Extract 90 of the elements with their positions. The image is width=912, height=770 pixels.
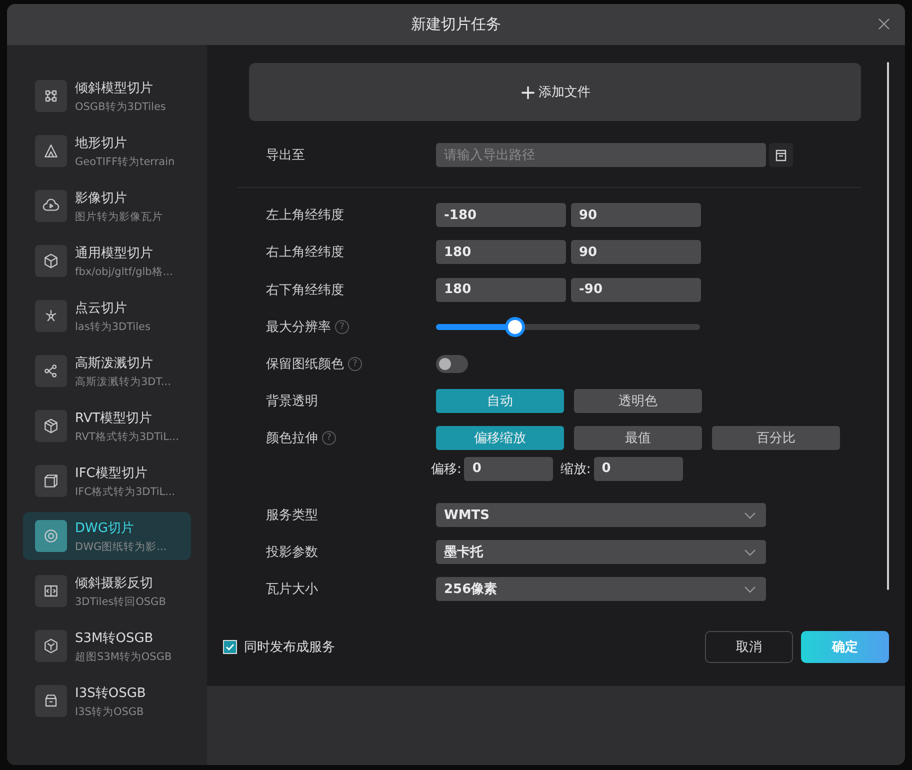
tile-icon xyxy=(35,135,67,167)
field-label: 保留图纸颜色 xyxy=(266,356,344,373)
field-label: 投影参数 xyxy=(265,544,319,562)
item-title: 点云切片 xyxy=(75,300,128,316)
tile-icon xyxy=(35,300,67,332)
coordinate-field[interactable]: 180 xyxy=(436,240,566,264)
item-subtitle: RVT格式转为3DTiL... xyxy=(75,430,179,444)
item-title: IFC模型切片 xyxy=(75,464,148,482)
item-subtitle: 图片转为影像瓦片 xyxy=(75,210,163,224)
tile-icon xyxy=(35,410,67,442)
field-label: 瓦片大小 xyxy=(265,581,319,598)
item-subtitle: IFC格式转为3DTiL... xyxy=(75,484,176,498)
dropdown[interactable]: WMTS xyxy=(436,503,766,528)
coordinate-field[interactable]: 90 xyxy=(571,240,701,264)
tile-icon xyxy=(35,575,67,607)
sidebar-item[interactable]: DWG切片 DWG图纸转为影... xyxy=(23,512,191,560)
item-title: I3S转OSGB xyxy=(75,684,146,702)
option-button[interactable]: 最值 xyxy=(574,426,702,450)
field-label: 左上角经纬度 xyxy=(265,207,345,224)
item-title: S3M转OSGB xyxy=(75,630,154,646)
tile-icon xyxy=(35,685,67,717)
tile-icon xyxy=(35,355,67,387)
browse-button[interactable] xyxy=(769,143,793,168)
field-label: 右下角经纬度 xyxy=(265,282,345,299)
item-subtitle: OSGB转为3DTiles xyxy=(75,100,166,114)
checkbox[interactable] xyxy=(223,640,237,654)
sidebar-item[interactable]: 通用模型切片 fbx/obj/gltf/glb格... xyxy=(23,237,191,285)
sidebar-item[interactable]: IFC模型切片 IFC格式转为3DTiL... xyxy=(23,457,191,505)
item-title: 地形切片 xyxy=(75,134,128,152)
dropdown[interactable]: 墨卡托 xyxy=(436,540,766,564)
item-subtitle: 超图S3M转为OSGB xyxy=(75,650,172,664)
coordinate-field[interactable]: 180 xyxy=(436,278,566,302)
option-button[interactable]: 百分比 xyxy=(712,426,840,450)
sidebar-item[interactable]: I3S转OSGB I3S转为OSGB xyxy=(23,677,191,725)
param-field[interactable]: 0 xyxy=(464,456,554,481)
export-path-field[interactable]: 请输入导出路径 xyxy=(436,143,766,168)
sidebar-item[interactable]: 点云切片 las转为3DTiles xyxy=(23,292,191,340)
param-label: 偏移: xyxy=(431,460,462,478)
coordinate-field[interactable]: -90 xyxy=(571,278,701,302)
field-label: 右上角经纬度 xyxy=(265,244,345,262)
dropdown[interactable]: 256像素 xyxy=(436,577,766,602)
field-label: 最大分辨率 xyxy=(266,318,331,336)
slider-handle[interactable] xyxy=(505,316,526,337)
item-title: 影像切片 xyxy=(75,190,128,206)
tile-icon xyxy=(35,245,67,277)
chevron-down-icon xyxy=(744,586,756,593)
sidebar-item[interactable]: S3M转OSGB 超图S3M转为OSGB xyxy=(23,622,191,670)
item-title: 高斯泼溅切片 xyxy=(75,354,154,372)
field-label: 服务类型 xyxy=(265,507,319,524)
param-label: 缩放: xyxy=(560,460,591,478)
coordinate-field[interactable]: 90 xyxy=(571,203,701,228)
dialog-title: 新建切片任务 xyxy=(411,15,501,34)
item-subtitle: DWG图纸转为影... xyxy=(75,540,167,554)
check-icon xyxy=(225,642,235,652)
sidebar-item[interactable]: 地形切片 GeoTIFF转为terrain xyxy=(23,127,191,175)
close-icon[interactable] xyxy=(878,18,890,30)
option-button[interactable]: 透明色 xyxy=(574,388,702,413)
checkbox-label: 同时发布成服务 xyxy=(244,639,335,656)
item-subtitle: 高斯泼溅转为3DT... xyxy=(75,374,171,388)
chevron-down-icon xyxy=(744,548,756,556)
tile-icon xyxy=(35,520,67,552)
tile-icon xyxy=(35,190,67,222)
sidebar-item[interactable]: RVT模型切片 RVT格式转为3DTiL... xyxy=(23,402,191,450)
param-field[interactable]: 0 xyxy=(594,456,683,481)
cancel-button[interactable]: 取消 xyxy=(705,631,793,663)
item-subtitle: fbx/obj/gltf/glb格... xyxy=(75,264,173,278)
item-title: 倾斜模型切片 xyxy=(75,80,154,96)
coordinate-field[interactable]: -180 xyxy=(436,203,566,228)
field-label: 背景透明 xyxy=(266,392,318,410)
item-title: DWG切片 xyxy=(75,520,135,536)
tile-icon xyxy=(35,465,67,497)
item-subtitle: I3S转为OSGB xyxy=(75,704,145,718)
add-file-button[interactable]: +添加文件 xyxy=(249,63,861,121)
tile-icon xyxy=(35,630,67,662)
sidebar-item[interactable]: 影像切片 图片转为影像瓦片 xyxy=(23,182,191,230)
item-title: 倾斜摄影反切 xyxy=(75,574,154,592)
field-label: 导出至 xyxy=(265,147,306,164)
sidebar-item[interactable]: 倾斜模型切片 OSGB转为3DTiles xyxy=(23,72,191,120)
file-icon xyxy=(775,148,787,162)
item-subtitle: GeoTIFF转为terrain xyxy=(75,154,175,168)
item-title: RVT模型切片 xyxy=(75,410,154,426)
item-subtitle: 3DTiles转回OSGB xyxy=(75,594,166,608)
item-subtitle: las转为3DTiles xyxy=(75,320,150,334)
chevron-down-icon xyxy=(744,512,756,519)
toggle-switch[interactable] xyxy=(436,354,468,373)
item-title: 通用模型切片 xyxy=(75,244,154,262)
sidebar-item[interactable]: 倾斜摄影反切 3DTiles转回OSGB xyxy=(23,567,191,615)
field-label: 颜色拉伸 xyxy=(266,430,318,448)
tile-icon xyxy=(35,80,67,112)
sidebar-item[interactable]: 高斯泼溅切片 高斯泼溅转为3DT... xyxy=(23,347,191,395)
